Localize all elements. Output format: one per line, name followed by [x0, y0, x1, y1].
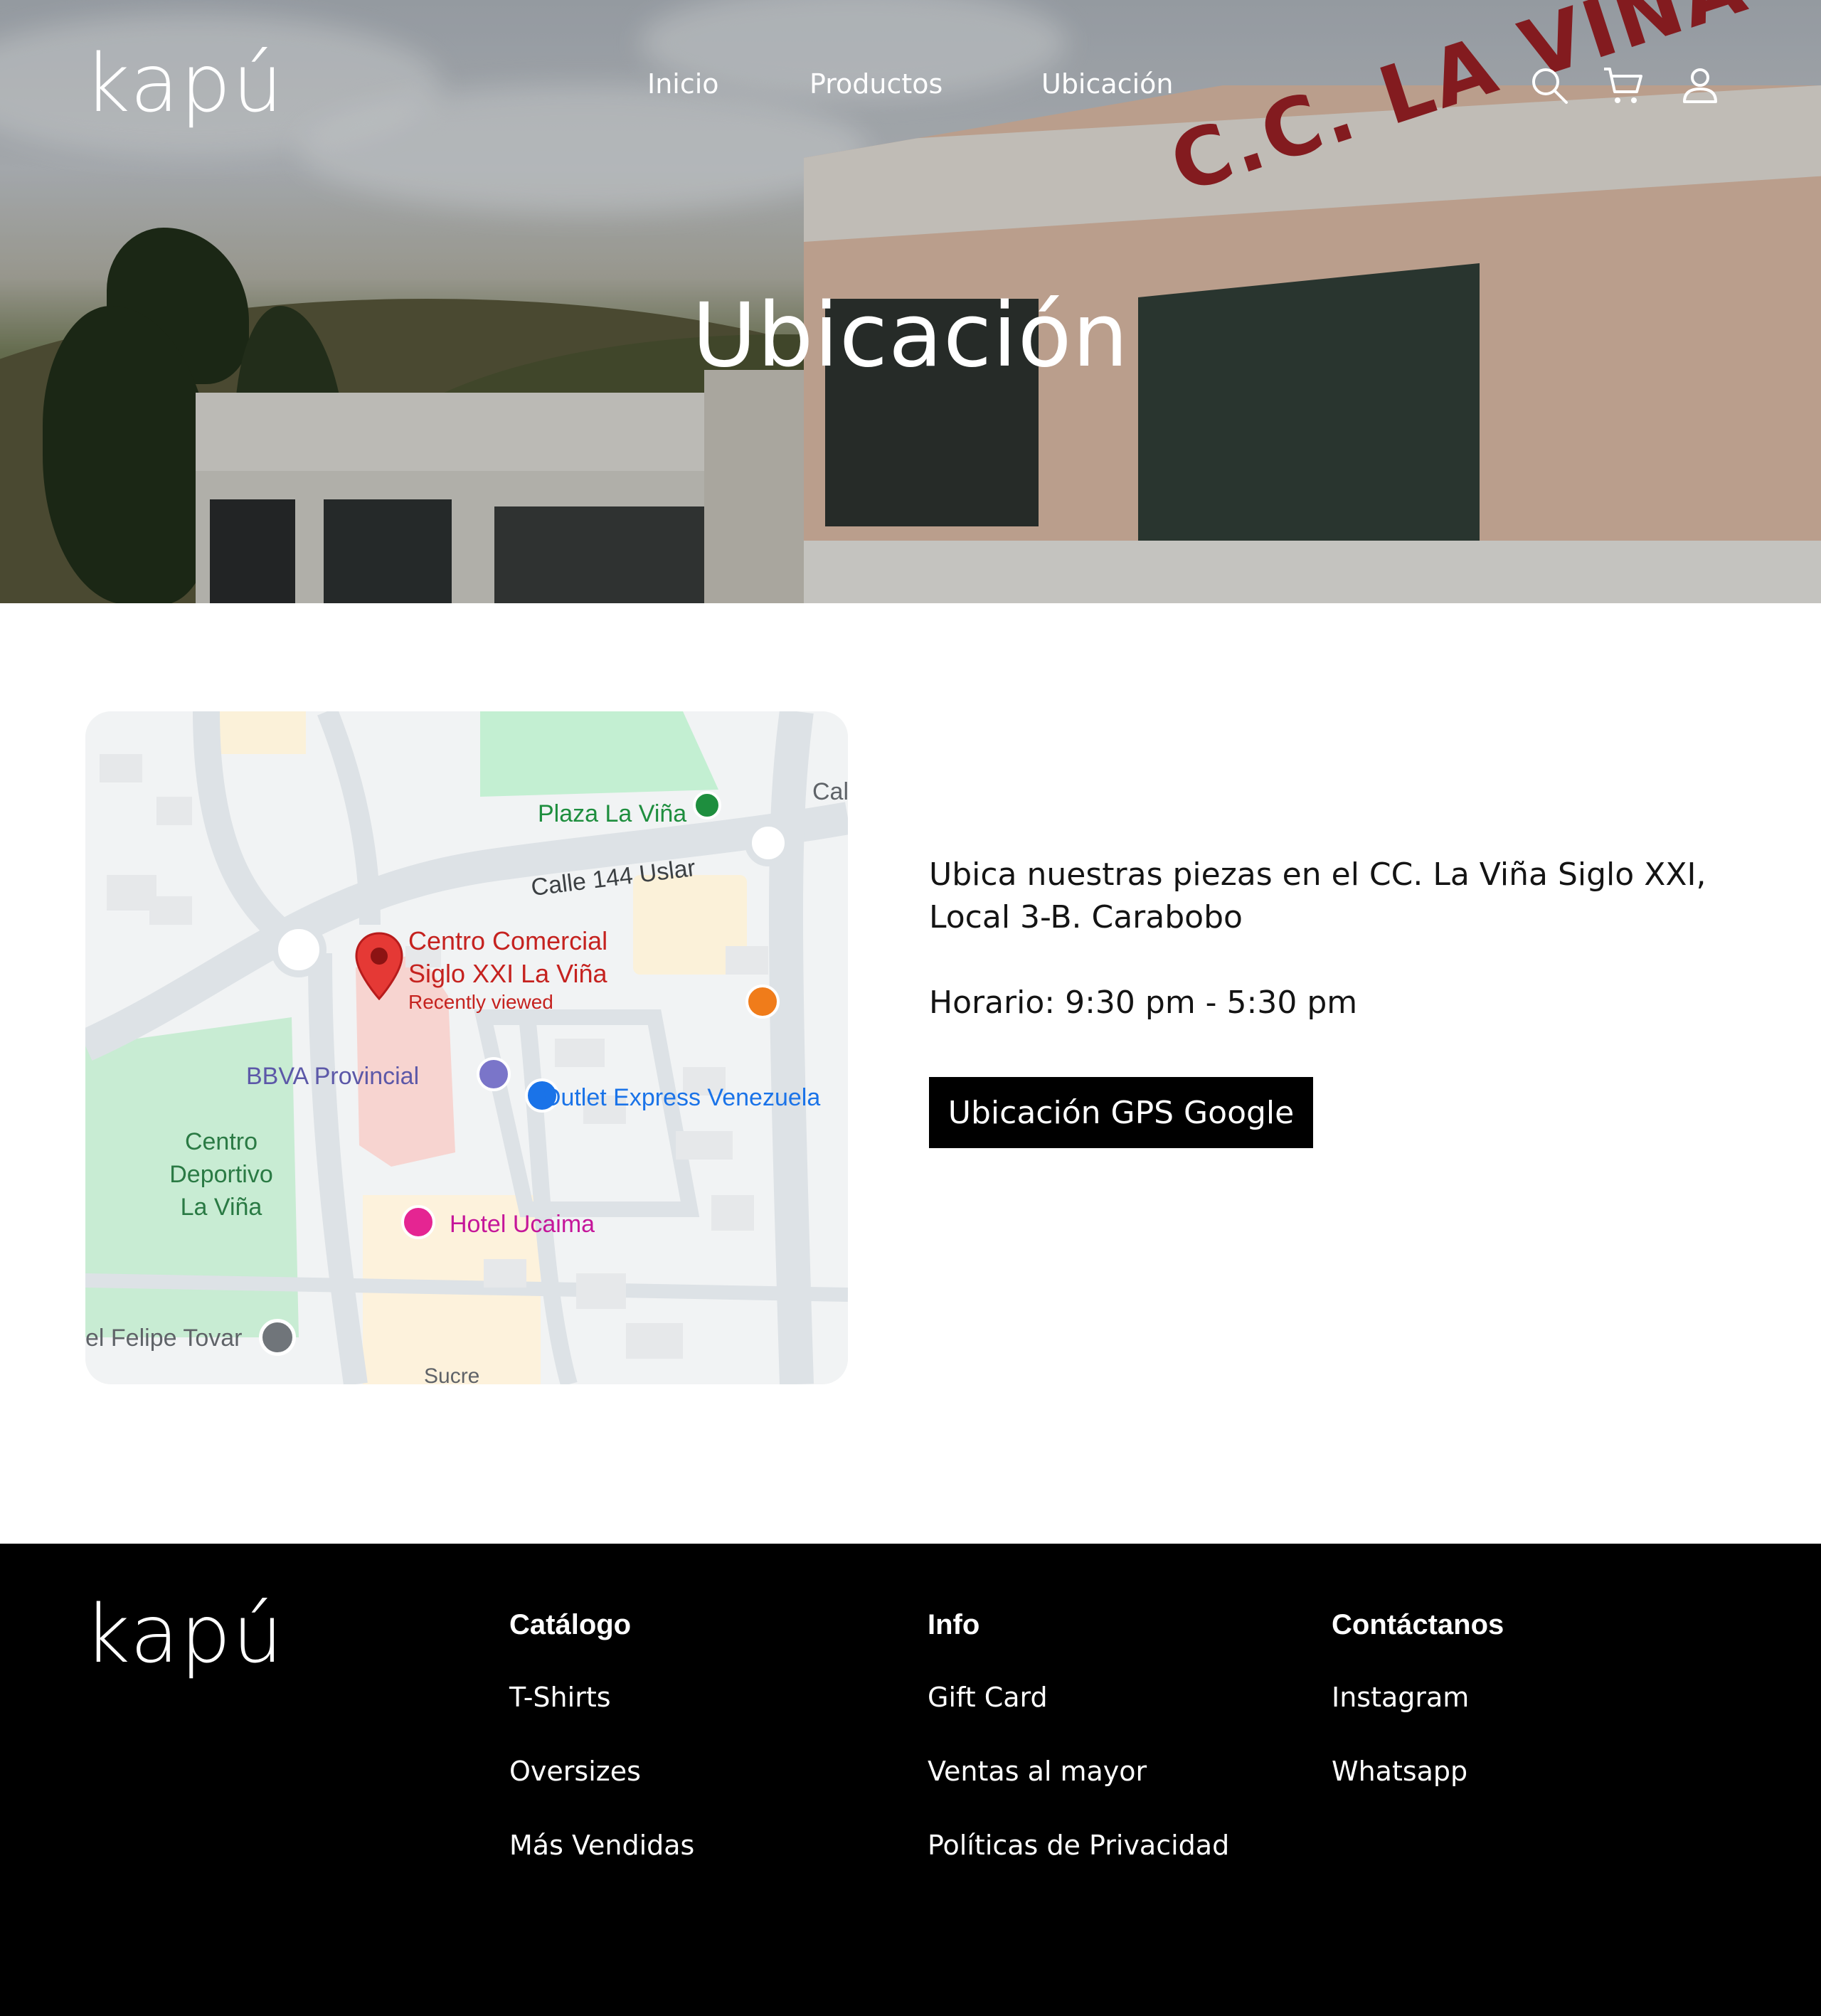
map-label-mall-line1: Centro Comercial	[408, 926, 608, 955]
restaurant-marker-icon[interactable]	[745, 985, 780, 1019]
footer-link-tshirts[interactable]: T-Shirts	[509, 1682, 694, 1721]
footer-link-privacidad[interactable]: Políticas de Privacidad	[928, 1830, 1229, 1869]
footer-heading-contacto: Contáctanos	[1332, 1609, 1504, 1640]
park-marker-icon[interactable]	[693, 791, 721, 819]
map-label-hotel: Hotel Ucaima	[450, 1211, 595, 1238]
map-label-sport: Centro Deportivo La Viña	[139, 1125, 303, 1224]
footer-link-mas-vendidas[interactable]: Más Vendidas	[509, 1830, 694, 1869]
location-pin-icon[interactable]	[354, 932, 404, 1001]
bank-marker-icon[interactable]	[477, 1057, 511, 1091]
footer-link-ventas-mayor[interactable]: Ventas al mayor	[928, 1756, 1229, 1795]
nav-item-ubicacion[interactable]: Ubicación	[1041, 68, 1173, 100]
map-label-street-edge: Cal	[812, 778, 848, 805]
address-text: Ubica nuestras piezas en el CC. La Viña …	[929, 856, 1706, 935]
footer-link-instagram[interactable]: Instagram	[1332, 1682, 1504, 1721]
map-label-mall-line2: Siglo XXI La Viña	[408, 959, 607, 988]
footer-column-catalogo: Catálogo T-Shirts Oversizes Más Vendidas	[509, 1609, 694, 1869]
footer-column-info: Info Gift Card Ventas al mayor Políticas…	[928, 1609, 1229, 1869]
map-label-mall: Centro Comercial Siglo XXI La Viña Recen…	[408, 925, 607, 1014]
nav-item-productos[interactable]: Productos	[809, 68, 943, 100]
map-label-sport-line3: La Viña	[180, 1194, 262, 1221]
footer-heading-info: Info	[928, 1609, 980, 1640]
footer-link-whatsapp[interactable]: Whatsapp	[1332, 1756, 1504, 1795]
footer-link-oversizes[interactable]: Oversizes	[509, 1756, 694, 1795]
location-info: Ubica nuestras piezas en el CC. La Viña …	[929, 854, 1726, 1024]
page-title: Ubicación	[691, 285, 1130, 387]
footer-link-gift-card[interactable]: Gift Card	[928, 1682, 1229, 1721]
map-label-bank: BBVA Provincial	[246, 1063, 420, 1090]
footer-logo[interactable]: kapú	[84, 1595, 285, 1675]
location-map[interactable]: Plaza La Viña Cal Calle 144 Uslar Centro…	[85, 711, 848, 1384]
hotel-marker-icon[interactable]	[401, 1205, 435, 1239]
map-label-sport-line2: Deportivo	[169, 1161, 273, 1188]
gps-google-button[interactable]: Ubicación GPS Google	[929, 1077, 1313, 1148]
hero-banner: C.C. LA VIÑA kapú Inicio Productos Ubica…	[0, 0, 1821, 603]
user-icon[interactable]	[1679, 63, 1721, 108]
footer-column-contacto: Contáctanos Instagram Whatsapp	[1332, 1609, 1504, 1795]
footer-heading-catalogo: Catálogo	[509, 1609, 632, 1640]
hours-text: Horario: 9:30 pm - 5:30 pm	[929, 985, 1358, 1021]
nav-item-inicio[interactable]: Inicio	[647, 68, 719, 100]
map-label-mall-note: Recently viewed	[408, 991, 553, 1013]
map-label-felipe: el Felipe Tovar	[85, 1325, 243, 1352]
search-icon[interactable]	[1528, 63, 1571, 108]
site-footer: kapú Catálogo T-Shirts Oversizes Más Ven…	[0, 1544, 1821, 2016]
map-label-bottom-street: Sucre	[424, 1364, 480, 1384]
place-marker-icon[interactable]	[259, 1319, 296, 1356]
map-canvas	[85, 711, 848, 1384]
map-label-outlet: Outlet Express Venezuela	[542, 1084, 821, 1111]
map-label-plaza: Plaza La Viña	[538, 800, 687, 827]
cart-icon[interactable]	[1602, 63, 1645, 108]
map-label-sport-line1: Centro	[184, 1128, 258, 1155]
